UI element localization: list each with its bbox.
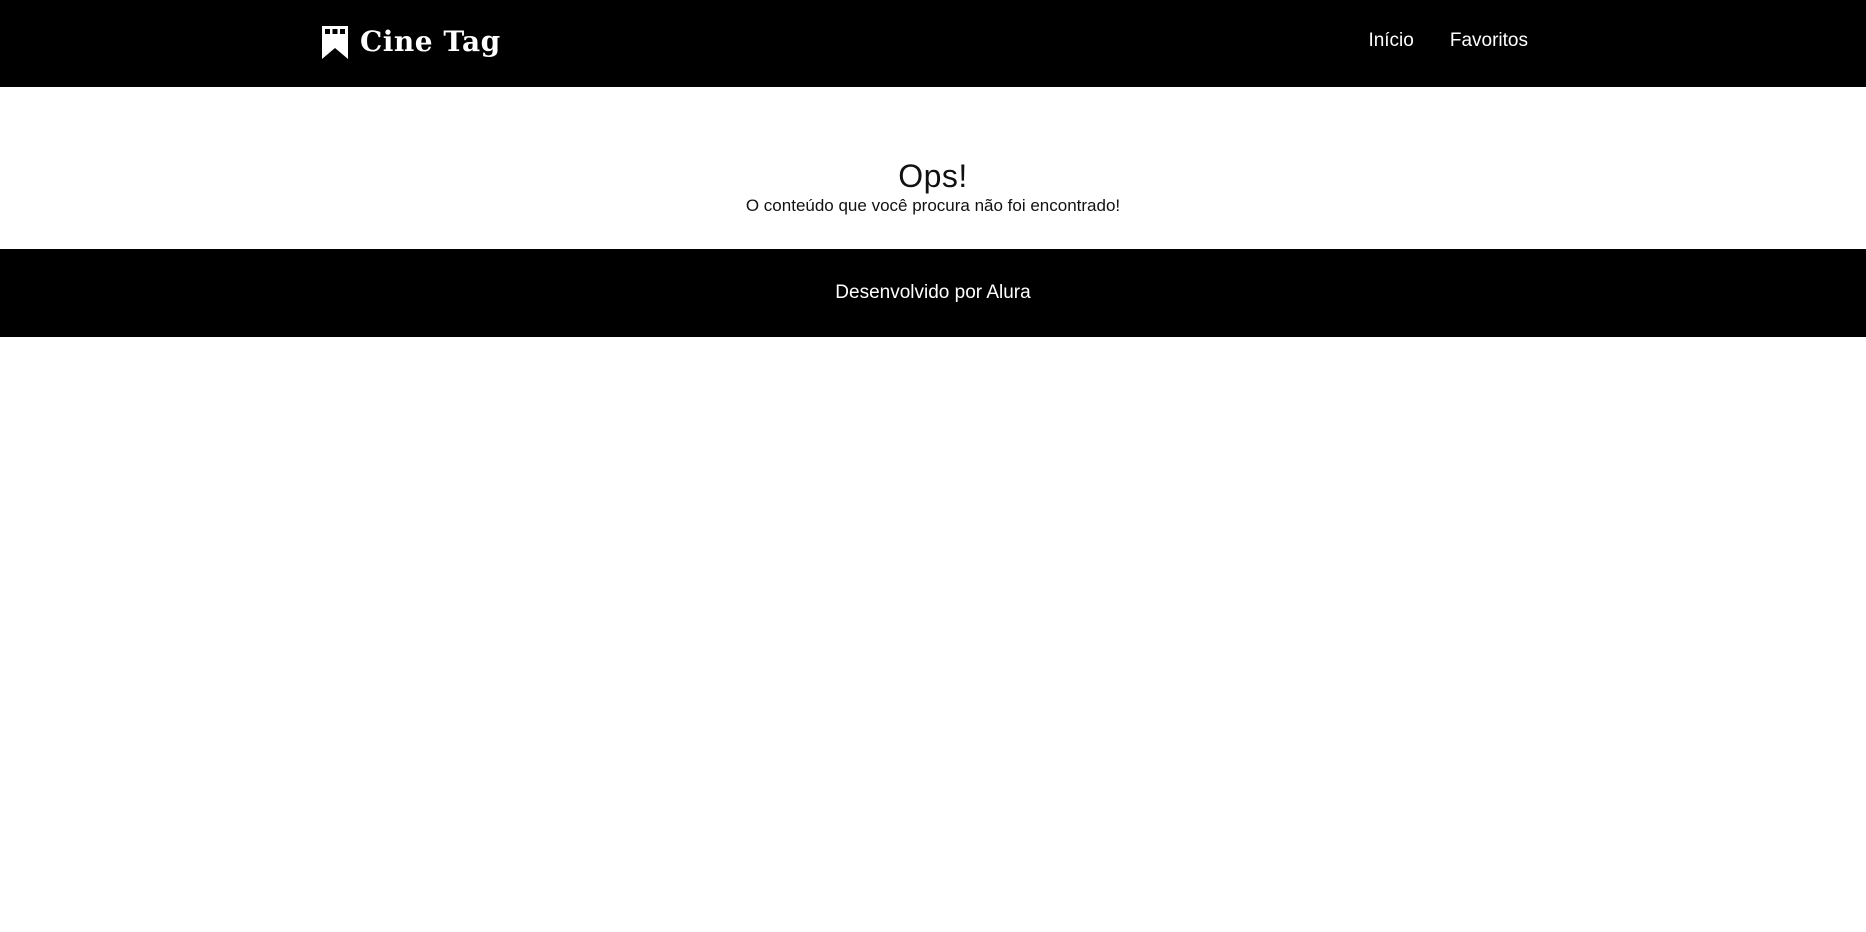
bookmark-film-icon: [322, 25, 348, 59]
logo-text: Cine Tag: [360, 25, 501, 58]
error-title: Ops!: [898, 158, 968, 194]
site-footer: Desenvolvido por Alura: [0, 249, 1866, 337]
logo-link[interactable]: Cine Tag: [322, 24, 501, 60]
not-found-section: Ops! O conteúdo que você procura não foi…: [0, 87, 1866, 249]
nav-link-favoritos[interactable]: Favoritos: [1450, 30, 1528, 52]
site-header: Cine Tag Início Favoritos: [0, 0, 1866, 87]
nav-link-inicio[interactable]: Início: [1368, 30, 1413, 52]
error-message: O conteúdo que você procura não foi enco…: [745, 195, 1121, 215]
footer-credit: Desenvolvido por Alura: [835, 282, 1031, 303]
main-nav: Início Favoritos: [1368, 30, 1528, 52]
